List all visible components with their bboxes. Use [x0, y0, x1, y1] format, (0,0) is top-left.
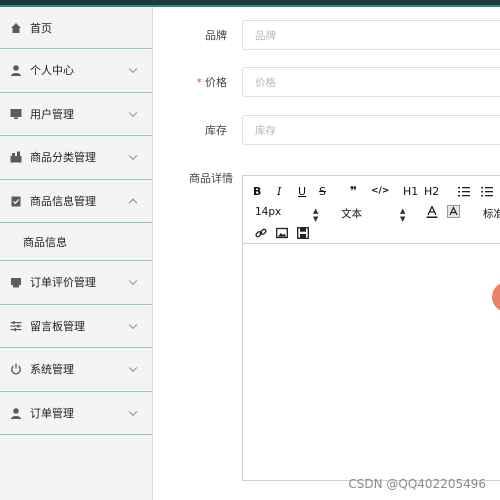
heading1-button[interactable]: H1 — [403, 185, 418, 198]
price-label: * 价格 — [153, 74, 235, 90]
sidebar-item-order-management[interactable]: 订单管理 — [0, 392, 152, 435]
sidebar-item-label: 首页 — [30, 21, 52, 35]
detail-label: 商品详情 — [189, 172, 233, 185]
editor-toolbar: B I U S ❞ </> H1 H2 14px ▲ ▼ 文本 ▲ ▼ 标准 — [243, 176, 500, 244]
ordered-list-icon[interactable] — [458, 186, 470, 198]
power-icon — [11, 363, 21, 375]
brand-input[interactable]: 品牌 — [242, 20, 500, 50]
sidebar-item-label: 订单评价管理 — [30, 276, 96, 290]
home-icon — [11, 22, 21, 33]
stock-row: 库存 库存 — [153, 114, 500, 146]
editor-content-area[interactable] — [243, 244, 500, 480]
sidebar-item-label: 个人中心 — [30, 64, 74, 78]
code-button[interactable]: </> — [371, 186, 389, 196]
underline-button[interactable]: U — [298, 185, 306, 198]
background-color-icon[interactable] — [447, 205, 460, 218]
header-select[interactable]: 标准 — [483, 206, 500, 221]
sidebar-item-category-management[interactable]: 商品分类管理 — [0, 136, 152, 180]
user-icon — [11, 407, 21, 419]
required-mark: * — [196, 76, 203, 89]
italic-button[interactable]: I — [277, 185, 281, 198]
chevron-down-icon — [128, 276, 138, 286]
sidebar-subitem-label: 商品信息 — [23, 235, 67, 249]
chevron-up-icon — [128, 198, 138, 207]
chevron-down-icon — [128, 108, 138, 117]
blockquote-button[interactable]: ❞ — [350, 184, 357, 198]
price-row: * 价格 价格 — [153, 66, 500, 98]
brand-label: 品牌 — [205, 29, 227, 42]
printer-icon — [11, 278, 21, 288]
rich-text-editor: B I U S ❞ </> H1 H2 14px ▲ ▼ 文本 ▲ ▼ 标准 — [242, 175, 500, 481]
sidebar-item-user-management[interactable]: 用户管理 — [0, 93, 152, 136]
sidebar-item-label: 商品分类管理 — [30, 151, 96, 165]
video-icon[interactable] — [297, 227, 309, 239]
chevron-down-icon — [128, 363, 138, 373]
stock-label: 库存 — [205, 124, 227, 137]
font-family-select[interactable]: 文本 — [341, 206, 362, 221]
price-label-text: 价格 — [205, 76, 227, 89]
sidebar-item-system-management[interactable]: 系统管理 — [0, 348, 152, 392]
image-icon[interactable] — [276, 227, 288, 239]
price-input[interactable]: 价格 — [242, 67, 500, 97]
sidebar: 首页 个人中心 用户管理 商品分类管理 商品信息管理 商品信息 订单评价管理 留… — [0, 7, 153, 500]
sidebar-subitem-product-info[interactable]: 商品信息 — [0, 223, 152, 261]
sidebar-item-message-board[interactable]: 留言板管理 — [0, 305, 152, 348]
sidebar-item-order-review[interactable]: 订单评价管理 — [0, 261, 152, 305]
sidebar-item-profile[interactable]: 个人中心 — [0, 49, 152, 93]
link-icon[interactable] — [255, 227, 267, 239]
sliders-icon — [10, 320, 22, 331]
sidebar-item-label: 商品信息管理 — [30, 194, 96, 208]
strikethrough-button[interactable]: S — [319, 185, 326, 198]
sidebar-item-product-management[interactable]: 商品信息管理 — [0, 180, 152, 223]
chevron-updown-icon: ▲ ▼ — [313, 207, 319, 223]
bullet-list-icon[interactable] — [481, 186, 493, 198]
font-color-icon[interactable] — [426, 206, 438, 218]
chevron-down-icon — [128, 64, 138, 74]
stock-input[interactable]: 库存 — [242, 115, 500, 145]
heading2-button[interactable]: H2 — [424, 185, 439, 198]
chevron-down-icon — [128, 151, 138, 161]
top-header-bar — [0, 0, 500, 7]
sidebar-item-label: 系统管理 — [30, 363, 74, 377]
sidebar-item-label: 订单管理 — [30, 406, 74, 420]
font-size-select[interactable]: 14px — [255, 206, 281, 218]
category-icon — [10, 151, 22, 163]
bold-button[interactable]: B — [253, 185, 261, 198]
sidebar-item-label: 留言板管理 — [30, 319, 85, 333]
watermark: CSDN @QQ402205496 — [348, 477, 486, 491]
main-content: 品牌 品牌 * 价格 价格 库存 库存 商品详情 B I U S ❞ </> H1… — [153, 7, 500, 500]
brand-row: 品牌 品牌 — [153, 19, 500, 51]
user-icon — [11, 65, 21, 77]
sidebar-item-home[interactable]: 首页 — [0, 7, 152, 49]
chevron-down-icon — [128, 320, 138, 329]
clipboard-icon — [11, 196, 21, 207]
chevron-down-icon — [128, 407, 138, 416]
sidebar-item-label: 用户管理 — [30, 107, 74, 121]
chevron-updown-icon: ▲ ▼ — [400, 207, 406, 223]
monitor-icon — [10, 108, 22, 119]
